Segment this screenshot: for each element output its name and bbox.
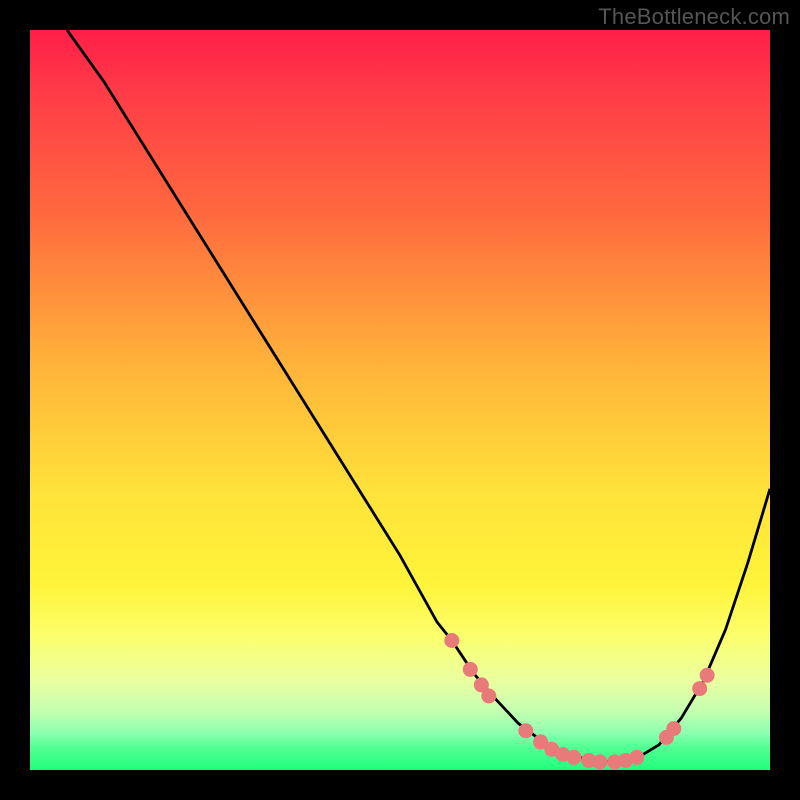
curve-dot — [481, 689, 496, 704]
curve-dot — [666, 721, 681, 736]
curve-svg — [30, 30, 770, 770]
curve-dot — [518, 723, 533, 738]
bottleneck-curve — [67, 30, 770, 762]
curve-dot — [566, 750, 581, 765]
curve-dot — [692, 681, 707, 696]
curve-markers — [444, 633, 714, 769]
curve-dot — [629, 750, 644, 765]
curve-dot — [700, 668, 715, 683]
plot-area — [30, 30, 770, 770]
curve-dot — [444, 633, 459, 648]
curve-dot — [463, 662, 478, 677]
curve-dot — [592, 754, 607, 769]
chart-frame: TheBottleneck.com — [0, 0, 800, 800]
watermark-text: TheBottleneck.com — [598, 4, 790, 30]
